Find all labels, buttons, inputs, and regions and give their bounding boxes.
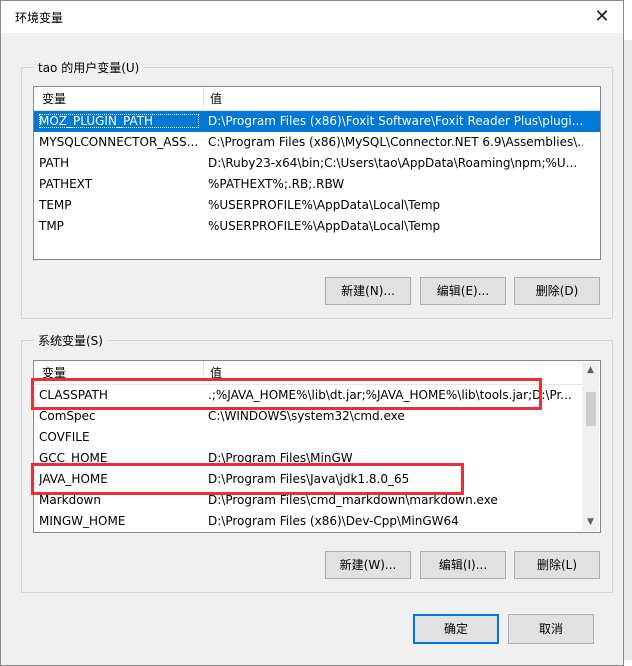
user-variables-list[interactable]: 变量 值 MOZ_PLUGIN_PATH D:\Program Files (x… [33,86,601,260]
cancel-button[interactable]: 取消 [508,614,594,644]
system-new-button[interactable]: 新建(W)... [325,551,411,579]
variable-value: D:\Ruby23-x64\bin;C:\Users\tao\AppData\R… [208,156,578,170]
user-new-button[interactable]: 新建(N)... [325,277,411,305]
column-header-variable[interactable]: 变量 [42,90,66,107]
system-edit-button[interactable]: 编辑(I)... [420,551,506,579]
list-item[interactable]: COVFILE [34,427,600,448]
variable-name: ComSpec [39,409,96,423]
variable-name: COVFILE [39,430,90,444]
java-home-highlight-box [31,463,464,495]
list-item[interactable]: TEMP %USERPROFILE%\AppData\Local\Temp [34,195,600,216]
environment-variables-dialog: 环境变量 ✕ tao 的用户变量(U) 变量 值 MOZ_PLUGIN_PATH… [0,0,624,666]
variable-name: PATH [39,156,70,170]
variable-name: TEMP [39,198,72,212]
dialog-title: 环境变量 [15,11,64,25]
background-window-strip [624,40,632,660]
user-edit-button[interactable]: 编辑(E)... [420,277,506,305]
variable-value: D:\Program Files\cmd_markdown\markdown.e… [208,493,498,507]
column-divider[interactable] [203,87,204,109]
list-item[interactable]: PATH D:\Ruby23-x64\bin;C:\Users\tao\AppD… [34,153,600,174]
list-item[interactable]: MOZ_PLUGIN_PATH D:\Program Files (x86)\F… [34,111,600,132]
variable-value: %USERPROFILE%\AppData\Local\Temp [208,198,441,212]
variable-name: MINGW_HOME [39,514,126,528]
variable-name: MYSQLCONNECTOR_ASS... [39,135,199,149]
vertical-scrollbar[interactable]: ▲ ▼ [582,362,599,531]
variable-name: PATHEXT [39,177,93,191]
list-item[interactable]: MYSQLCONNECTOR_ASS... C:\Program Files (… [34,132,600,153]
title-bar: 环境变量 ✕ [1,1,623,33]
variable-value: D:\Program Files (x86)\Dev-Cpp\MinGW64 [208,514,459,528]
user-variables-title: tao 的用户变量(U) [34,59,144,76]
close-icon[interactable]: ✕ [589,5,615,29]
variable-value: D:\Program Files (x86)\Foxit Software\Fo… [208,114,583,128]
list-header: 变量 值 [34,87,600,111]
classpath-highlight-box [31,378,542,410]
column-header-value[interactable]: 值 [210,90,222,107]
scroll-thumb[interactable] [586,392,596,426]
variable-name: MOZ_PLUGIN_PATH [39,114,199,128]
list-item[interactable]: MINGW_HOME D:\Program Files (x86)\Dev-Cp… [34,511,600,532]
system-delete-button[interactable]: 删除(L) [514,551,600,579]
variable-value: %USERPROFILE%\AppData\Local\Temp [208,219,441,233]
list-item[interactable]: PATHEXT %PATHEXT%;.RB;.RBW [34,174,600,195]
scroll-down-arrow-icon[interactable]: ▼ [582,514,599,531]
ok-button[interactable]: 确定 [413,614,499,644]
scroll-up-arrow-icon[interactable]: ▲ [582,362,599,379]
list-item[interactable]: TMP %USERPROFILE%\AppData\Local\Temp [34,216,600,237]
variable-name: Markdown [39,493,101,507]
user-delete-button[interactable]: 删除(D) [514,277,600,305]
variable-name: TMP [39,219,64,233]
variable-value: C:\WINDOWS\system32\cmd.exe [208,409,405,423]
variable-value: C:\Program Files (x86)\MySQL\Connector.N… [208,135,583,149]
system-variables-title: 系统变量(S) [34,332,107,349]
variable-value: %PATHEXT%;.RB;.RBW [208,177,345,191]
